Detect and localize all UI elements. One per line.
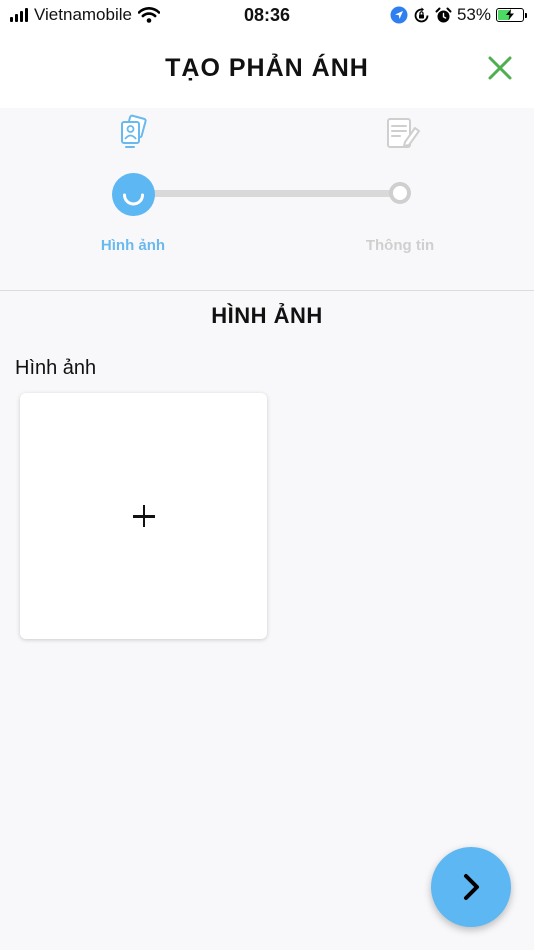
step-indicator-inactive[interactable] — [389, 182, 411, 204]
chevron-right-icon — [464, 874, 479, 900]
next-button[interactable] — [431, 847, 511, 927]
alarm-icon — [435, 7, 452, 22]
status-right: 53% — [390, 5, 527, 25]
add-image-button[interactable] — [20, 393, 267, 639]
app-header: TẠO PHẢN ÁNH — [0, 30, 534, 108]
orientation-lock-icon — [414, 7, 429, 22]
step-label-info[interactable]: Thông tin — [330, 237, 470, 254]
plus-icon — [132, 505, 155, 527]
step-indicator-active[interactable] — [112, 173, 155, 216]
close-button[interactable] — [486, 54, 514, 82]
screen: Vietnamobile 08:36 53% TẠO PHẢN ÁNH Hình… — [0, 0, 534, 950]
battery-icon — [496, 8, 527, 22]
photos-icon — [121, 114, 147, 148]
status-bar: Vietnamobile 08:36 53% — [0, 0, 534, 30]
close-icon — [488, 56, 512, 80]
progress-stepper: Hình ảnh Thông tin — [0, 108, 534, 291]
page-title: TẠO PHẢN ÁNH — [165, 54, 369, 82]
location-icon — [390, 6, 408, 24]
document-edit-icon — [387, 118, 420, 148]
section-title: HÌNH ẢNH — [211, 303, 323, 328]
step-label-images[interactable]: Hình ảnh — [63, 237, 203, 254]
stepper-track — [133, 190, 400, 197]
loading-arc-icon — [123, 193, 144, 206]
images-field-label: Hình ảnh — [15, 357, 97, 379]
battery-percent: 53% — [456, 5, 491, 24]
